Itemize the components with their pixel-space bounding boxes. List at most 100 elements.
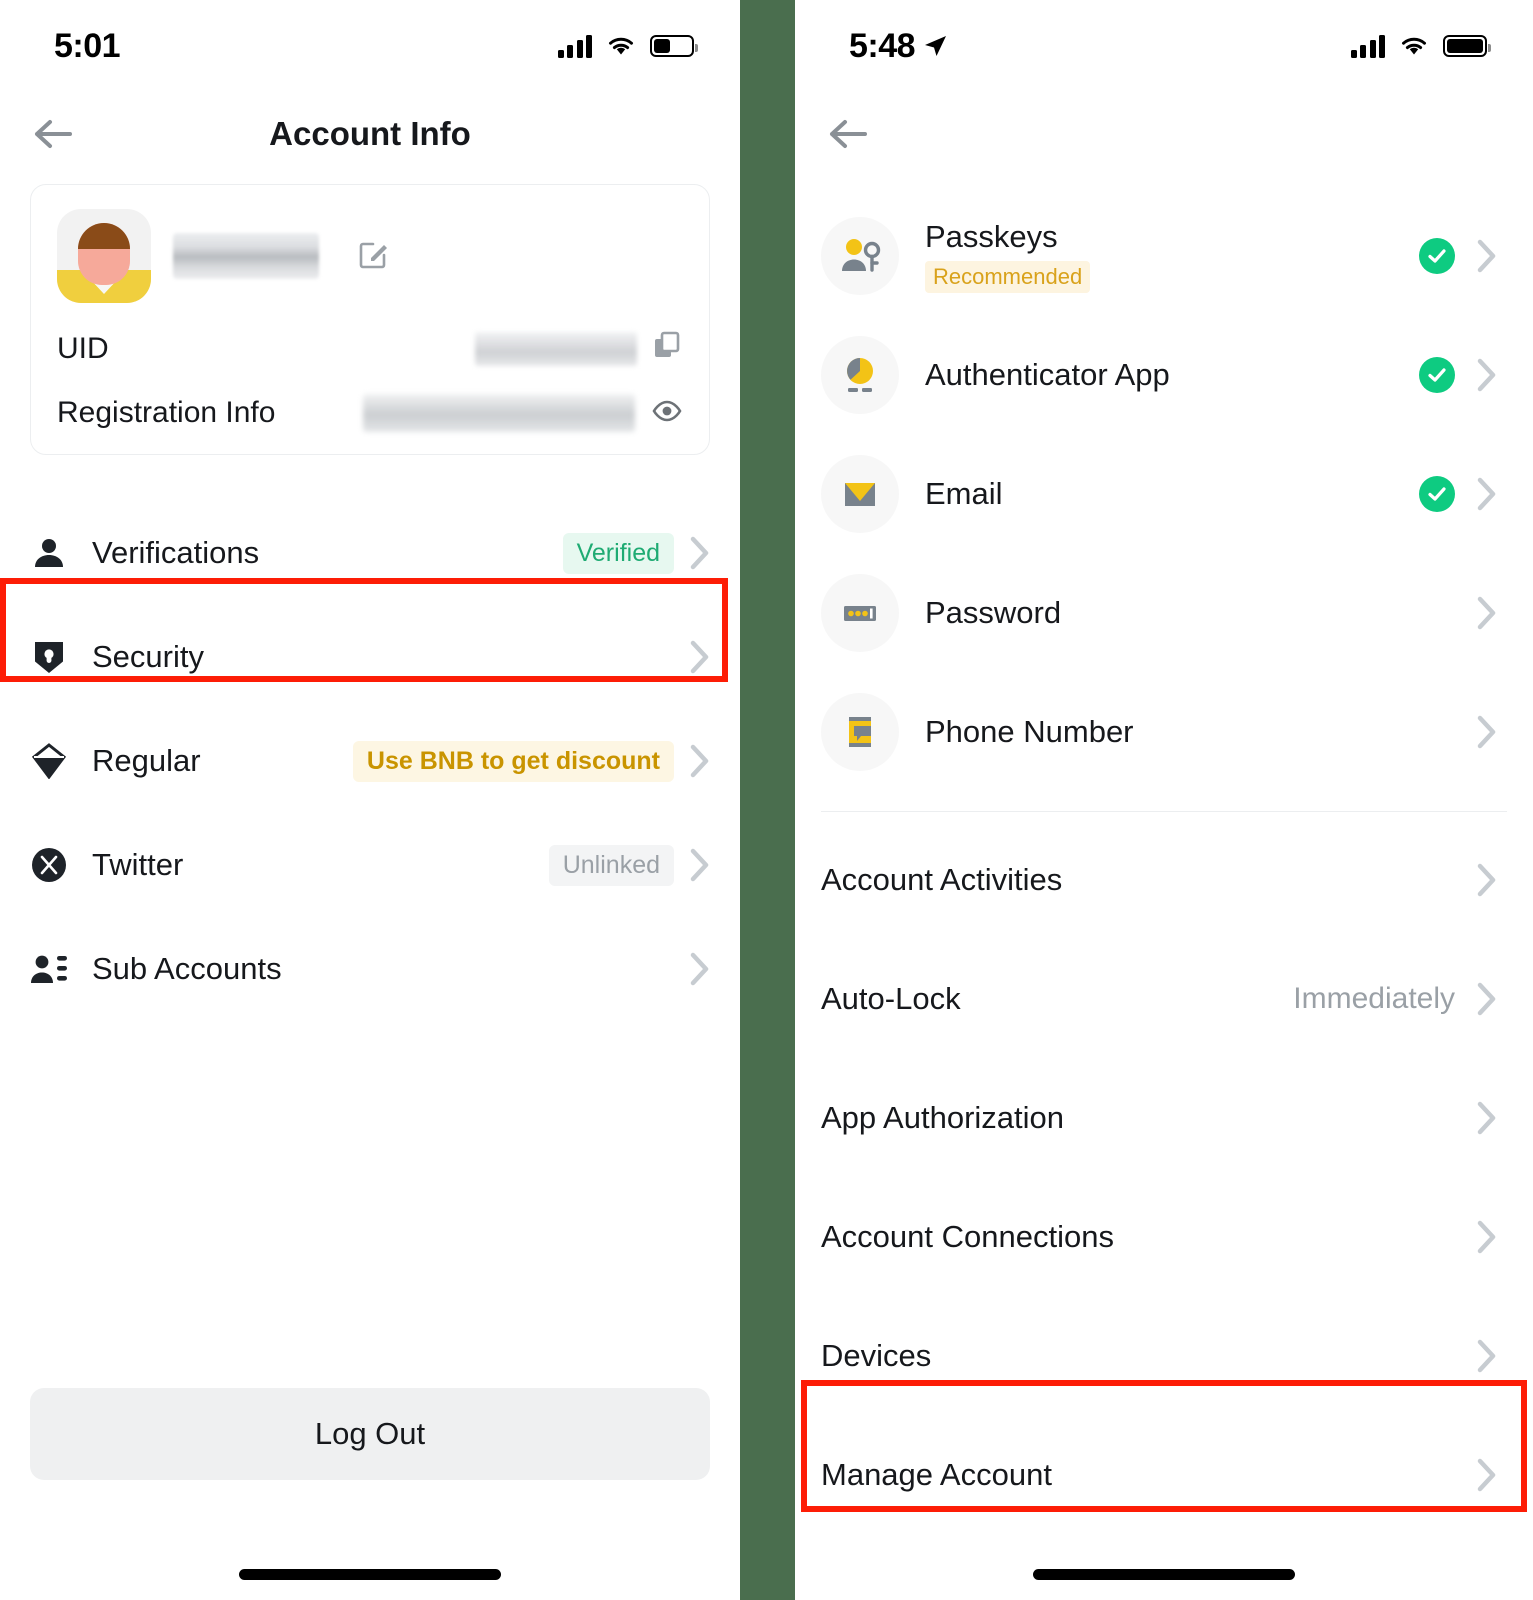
screen-divider xyxy=(740,0,795,1600)
chevron-right-icon xyxy=(690,640,709,674)
username-masked xyxy=(173,233,319,279)
list-item-email[interactable]: Email xyxy=(795,434,1533,553)
chevron-right-icon xyxy=(1477,358,1496,391)
password-text-group: Password xyxy=(925,595,1393,631)
sidebar-item-label: Security xyxy=(92,639,204,674)
list-item-password[interactable]: Password xyxy=(795,553,1533,672)
list-item-auto-lock[interactable]: Auto-Lock Immediately xyxy=(795,939,1533,1058)
list-item-label: Manage Account xyxy=(821,1456,1052,1492)
uid-label: UID xyxy=(57,331,109,365)
list-item-label: App Authorization xyxy=(821,1099,1065,1135)
chevron-right-icon xyxy=(1477,477,1496,510)
cellular-bars-icon xyxy=(1350,34,1385,58)
verifications-status-group: Verified xyxy=(562,532,710,574)
copy-icon[interactable] xyxy=(653,331,683,366)
registration-value-group xyxy=(363,394,683,432)
status-bar-icons xyxy=(557,34,698,58)
list-item-phone-number[interactable]: Phone Number xyxy=(795,672,1533,791)
regular-status-group: Use BNB to get discount xyxy=(352,740,710,782)
chevron-right-icon xyxy=(690,536,709,570)
verified-check-icon xyxy=(1419,356,1455,393)
security-methods-list: Passkeys Recommended Authenticator App E… xyxy=(795,196,1533,791)
right-phone-screen: 5:48 Passkeys Recommended Authenticator … xyxy=(795,0,1533,1600)
list-item-passkeys[interactable]: Passkeys Recommended xyxy=(795,196,1533,315)
chevron-right-icon xyxy=(1477,239,1496,272)
list-item-label: Email xyxy=(925,475,1003,511)
authenticator-text-group: Authenticator App xyxy=(925,357,1393,393)
list-item-label: Devices xyxy=(821,1337,932,1373)
twitter-x-icon xyxy=(30,846,68,884)
cellular-bars-icon xyxy=(557,34,592,58)
section-divider xyxy=(821,811,1507,812)
sidebar-item-verifications[interactable]: Verifications Verified xyxy=(0,501,740,605)
registration-info-row: Registration Info xyxy=(57,394,683,432)
status-badge: Unlinked xyxy=(548,844,674,886)
passkeys-status-group xyxy=(1419,237,1497,274)
promo-badge[interactable]: Use BNB to get discount xyxy=(352,740,674,782)
shield-lock-icon xyxy=(30,638,68,676)
list-item-account-connections[interactable]: Account Connections xyxy=(795,1177,1533,1296)
back-arrow-icon[interactable] xyxy=(825,111,871,157)
back-arrow-icon[interactable] xyxy=(30,111,76,157)
status-bar: 5:01 xyxy=(0,0,740,92)
authenticator-pie-icon xyxy=(821,335,899,414)
list-item-label: Password xyxy=(925,594,1062,630)
list-item-label: Authenticator App xyxy=(925,356,1170,392)
uid-value-group xyxy=(475,331,683,366)
status-bar-icons xyxy=(1350,34,1491,58)
avatar[interactable] xyxy=(57,209,151,303)
list-item-authenticator-app[interactable]: Authenticator App xyxy=(795,315,1533,434)
sidebar-item-security[interactable]: Security xyxy=(0,605,740,709)
phone-text-group: Phone Number xyxy=(925,714,1393,750)
status-badge: Verified xyxy=(562,532,674,574)
person-icon xyxy=(30,534,68,572)
phone-number-icon xyxy=(821,692,899,771)
sidebar-item-label: Sub Accounts xyxy=(92,951,282,986)
auto-lock-value: Immediately xyxy=(1293,981,1455,1015)
sidebar-item-label: Verifications xyxy=(92,535,260,570)
sidebar-item-twitter[interactable]: Twitter Unlinked xyxy=(0,813,740,917)
wifi-icon xyxy=(1402,37,1426,55)
status-placeholder xyxy=(1419,714,1455,750)
email-envelope-icon xyxy=(821,454,899,533)
account-menu-list: Verifications Verified Security Regular … xyxy=(0,501,740,1021)
list-item-app-authorization[interactable]: App Authorization xyxy=(795,1058,1533,1177)
status-bar: 5:48 xyxy=(795,0,1533,92)
email-status-group xyxy=(1419,475,1497,512)
sub-accounts-icon xyxy=(30,950,68,988)
registration-value-masked xyxy=(363,394,635,432)
home-indicator xyxy=(239,1569,501,1580)
nav-bar: Account Info xyxy=(0,92,740,176)
sidebar-item-regular[interactable]: Regular Use BNB to get discount xyxy=(0,709,740,813)
status-bar-time: 5:48 xyxy=(849,27,948,66)
edit-pencil-icon[interactable] xyxy=(357,237,391,276)
dual-screenshot-container: 5:01 Account Info UID Registration Info … xyxy=(0,0,1533,1600)
page-title: Account Info xyxy=(269,115,471,152)
registration-info-label: Registration Info xyxy=(57,396,276,429)
battery-low-icon xyxy=(650,35,698,57)
eye-icon[interactable] xyxy=(651,395,683,432)
list-item-devices[interactable]: Devices xyxy=(795,1296,1533,1415)
passkey-person-icon xyxy=(821,216,899,295)
home-indicator xyxy=(1033,1569,1295,1580)
diamond-icon xyxy=(30,742,68,780)
status-bar-time: 5:01 xyxy=(54,26,121,65)
sidebar-item-sub-accounts[interactable]: Sub Accounts xyxy=(0,917,740,1021)
location-arrow-icon xyxy=(925,36,947,56)
chevron-right-icon xyxy=(1477,1101,1496,1134)
logout-button[interactable]: Log Out xyxy=(30,1388,710,1480)
chevron-right-icon xyxy=(1477,1220,1496,1253)
chevron-right-icon xyxy=(1477,596,1496,629)
chevron-right-icon xyxy=(690,952,709,986)
recommended-badge: Recommended xyxy=(925,260,1091,293)
status-placeholder xyxy=(1419,595,1455,631)
profile-card: UID Registration Info xyxy=(30,184,710,455)
nav-bar xyxy=(795,92,1533,176)
list-item-account-activities[interactable]: Account Activities xyxy=(795,820,1533,939)
chevron-right-icon xyxy=(1477,863,1496,896)
list-item-manage-account[interactable]: Manage Account xyxy=(795,1415,1533,1534)
chevron-right-icon xyxy=(690,744,709,778)
sub-accounts-status-group xyxy=(690,952,710,986)
list-item-label: Account Connections xyxy=(821,1218,1114,1254)
sidebar-item-label: Regular xyxy=(92,743,201,778)
